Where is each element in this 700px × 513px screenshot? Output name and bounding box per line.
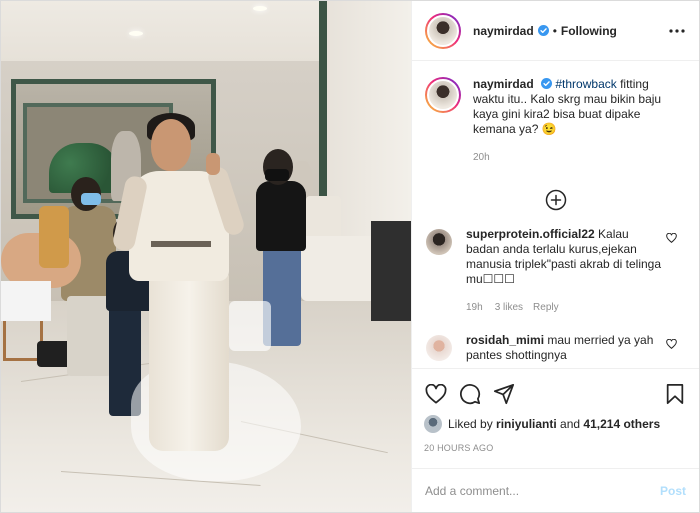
following-button[interactable]: Following <box>561 24 617 38</box>
comment-username[interactable]: rosidah_mimi <box>466 333 544 347</box>
more-options-button[interactable] <box>667 21 687 41</box>
ceiling-light <box>253 6 267 11</box>
post-side-panel: naymirdad • Following naymirdad #throwba… <box>411 1 699 512</box>
comment-username[interactable]: superprotein.official22 <box>466 227 595 241</box>
comment-avatar[interactable] <box>426 229 452 255</box>
caption-time[interactable]: 20h <box>473 150 673 165</box>
save-button[interactable] <box>663 382 687 406</box>
photo-sofa <box>301 236 381 301</box>
photo-cabinet <box>371 221 411 321</box>
caption-avatar[interactable] <box>425 77 461 113</box>
comment-like-heart-icon[interactable] <box>666 339 677 349</box>
photo-dress-belt <box>151 241 211 247</box>
liked-by-and: and <box>556 417 584 431</box>
post-comment-button[interactable]: Post <box>660 484 686 498</box>
like-button[interactable] <box>424 382 448 406</box>
post-timestamp[interactable]: 20 HOURS AGO <box>424 443 687 453</box>
comment-body: superprotein.official22 Kalau badan anda… <box>466 227 662 315</box>
share-button[interactable] <box>492 382 516 406</box>
comment-like-heart-icon[interactable] <box>666 233 677 243</box>
photo-plastic-wrap <box>229 301 271 351</box>
heart-icon <box>425 384 447 404</box>
comment-time[interactable]: 19h <box>466 300 483 315</box>
post-caption: naymirdad #throwback fitting waktu itu..… <box>412 61 699 165</box>
avatar-image <box>427 14 459 47</box>
photo-person-right-body <box>256 181 306 251</box>
photo-person-right-mask <box>265 169 289 181</box>
liked-by-prefix: Liked by <box>448 417 497 431</box>
photo-face <box>151 119 191 171</box>
comment-avatar[interactable] <box>426 335 452 361</box>
post-photo[interactable] <box>1 1 411 512</box>
header-username[interactable]: naymirdad <box>473 24 534 38</box>
verified-badge-icon <box>537 25 549 36</box>
liked-by-others-link[interactable]: 41,214 others <box>583 417 660 431</box>
post-header: naymirdad • Following <box>412 1 699 61</box>
likes-summary: Liked by riniyulianti and 41,214 others <box>424 415 687 433</box>
photo-right-frame <box>319 1 327 201</box>
add-comment-input[interactable] <box>425 483 652 498</box>
bookmark-icon <box>666 383 684 405</box>
photo-person-left-mask <box>81 193 101 205</box>
comment-item: superprotein.official22 Kalau badan anda… <box>412 227 699 315</box>
liked-by-user-link[interactable]: riniyulianti <box>496 417 557 431</box>
photo-person-left-legs <box>67 296 111 376</box>
liker-avatar[interactable] <box>424 415 442 433</box>
plus-circle-icon <box>545 189 566 211</box>
caption-hashtag-link[interactable]: #throwback <box>555 77 616 91</box>
comment-meta: 19h 3 likes Reply <box>466 300 662 315</box>
load-more-comments-button[interactable] <box>412 189 699 211</box>
comment-body: rosidah_mimi mau merried ya yah pantes s… <box>466 333 662 363</box>
share-icon <box>493 383 515 405</box>
likes-text: Liked by riniyulianti and 41,214 others <box>448 417 660 431</box>
post-actions: Liked by riniyulianti and 41,214 others … <box>412 368 699 468</box>
comment-icon <box>460 384 481 405</box>
caption-body: naymirdad #throwback fitting waktu itu..… <box>473 77 673 165</box>
comment-likes[interactable]: 3 likes <box>495 300 523 315</box>
avatar[interactable] <box>425 12 461 49</box>
comments-section[interactable]: naymirdad #throwback fitting waktu itu..… <box>412 61 699 368</box>
ceiling-light <box>129 31 143 36</box>
add-comment-bar: Post <box>412 468 699 512</box>
comment-item: rosidah_mimi mau merried ya yah pantes s… <box>412 333 699 363</box>
action-icon-row <box>424 375 687 413</box>
photo-sleeve <box>1 281 51 321</box>
header-separator: • <box>552 23 557 38</box>
caption-username[interactable]: naymirdad <box>473 77 534 91</box>
photo-phone <box>39 206 69 268</box>
verified-badge-icon <box>541 78 553 89</box>
more-horizontal-icon <box>669 28 685 33</box>
instagram-post: naymirdad • Following naymirdad #throwba… <box>0 0 700 513</box>
comment-reply-button[interactable]: Reply <box>533 300 559 315</box>
photo-peace-sign-hand <box>206 153 220 175</box>
comment-button[interactable] <box>458 382 482 406</box>
avatar-image <box>427 79 459 111</box>
photo-dress-skirt <box>149 271 229 451</box>
